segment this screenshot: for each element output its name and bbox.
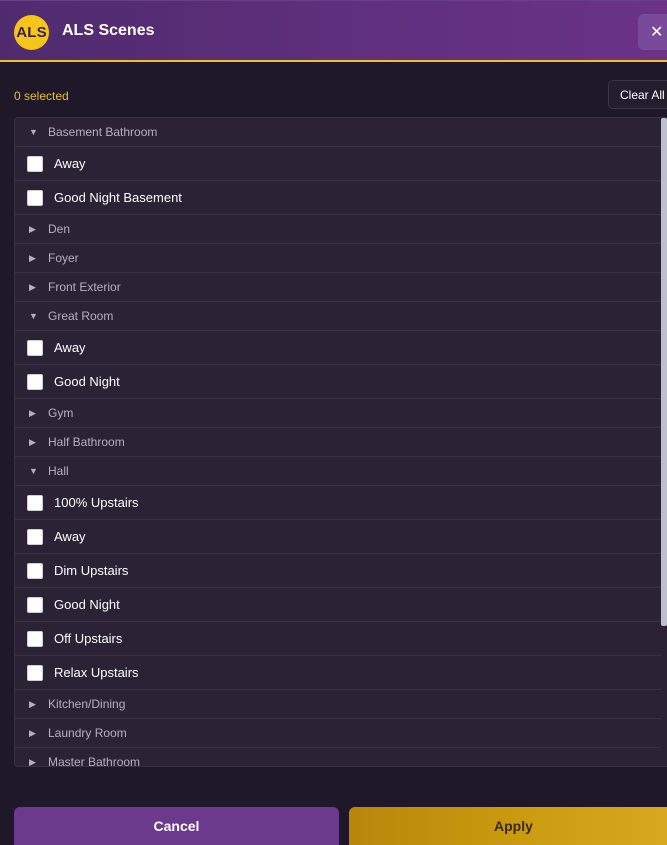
room-group-header[interactable]: ▶ Front Exterior <box>15 273 667 302</box>
cancel-button[interactable]: Cancel <box>14 807 339 845</box>
dialog-header: ALS ALS Scenes ✕ <box>0 0 667 62</box>
caret-right-icon: ▶ <box>29 727 36 738</box>
scene-list: ▼ Basement Bathroom Away Good Night Basemen… <box>14 117 667 767</box>
room-group-label: Master Bathroom <box>48 755 141 767</box>
room-group-label: Front Exterior <box>48 280 121 294</box>
room-group-label: Great Room <box>48 309 114 323</box>
als-logo: ALS <box>14 15 49 50</box>
room-group-header[interactable]: ▶ Master Bathroom <box>15 748 667 767</box>
scene-checkbox[interactable] <box>27 189 43 206</box>
scene-label: Dim Upstairs <box>54 563 129 578</box>
close-button[interactable]: ✕ <box>638 14 667 50</box>
scene-checkbox[interactable] <box>27 373 43 390</box>
scene-label: Good Night Basement <box>54 190 182 205</box>
room-group-header[interactable]: ▶ Half Bathroom <box>15 428 667 457</box>
caret-right-icon: ▶ <box>29 436 36 447</box>
scene-item[interactable]: Away <box>15 147 667 181</box>
scene-label: Off Upstairs <box>54 631 123 646</box>
apply-button[interactable]: Apply <box>349 807 667 845</box>
room-group-header[interactable]: ▶ Foyer <box>15 244 667 273</box>
selection-toolbar: 0 selected Clear All <box>0 62 667 117</box>
scene-item[interactable]: Away <box>15 331 667 365</box>
caret-right-icon: ▶ <box>29 252 36 263</box>
caret-right-icon: ▶ <box>29 698 36 709</box>
room-group-label: Basement Bathroom <box>48 125 158 139</box>
scene-label: Away <box>54 529 86 544</box>
scene-label: Relax Upstairs <box>54 665 139 680</box>
caret-right-icon: ▶ <box>29 281 36 292</box>
close-icon: ✕ <box>650 24 664 41</box>
scene-checkbox[interactable] <box>27 562 43 579</box>
scene-item[interactable]: Relax Upstairs <box>15 656 667 690</box>
room-group-header[interactable]: ▶ Gym <box>15 399 667 428</box>
scene-checkbox[interactable] <box>27 630 43 647</box>
scene-label: 100% Upstairs <box>54 495 139 510</box>
room-group-header[interactable]: ▶ Den <box>15 215 667 244</box>
scene-label: Good Night <box>54 374 120 389</box>
scene-item[interactable]: 100% Upstairs <box>15 486 667 520</box>
caret-down-icon: ▼ <box>29 466 38 476</box>
selected-count: 0 selected <box>14 89 69 103</box>
scene-item[interactable]: Good Night <box>15 588 667 622</box>
scene-checkbox[interactable] <box>27 339 43 356</box>
caret-right-icon: ▶ <box>29 407 36 418</box>
scene-item[interactable]: Good Night Basement <box>15 181 667 215</box>
dialog-title: ALS Scenes <box>62 22 155 39</box>
scene-checkbox[interactable] <box>27 528 43 545</box>
scrollbar[interactable] <box>661 118 667 766</box>
scene-item[interactable]: Away <box>15 520 667 554</box>
scene-checkbox[interactable] <box>27 596 43 613</box>
room-group-label: Den <box>48 222 71 236</box>
room-group-label: Kitchen/Dining <box>48 697 126 711</box>
room-group-label: Gym <box>48 406 74 420</box>
room-group-label: Foyer <box>48 251 79 265</box>
scene-checkbox[interactable] <box>27 494 43 511</box>
room-group-label: Laundry Room <box>48 726 127 740</box>
room-group-header[interactable]: ▶ Laundry Room <box>15 719 667 748</box>
scene-checkbox[interactable] <box>27 155 43 172</box>
room-group-label: Half Bathroom <box>48 435 125 449</box>
scene-item[interactable]: Off Upstairs <box>15 622 667 656</box>
room-group-label: Hall <box>48 464 69 478</box>
scene-checkbox[interactable] <box>27 664 43 681</box>
room-group-header[interactable]: ▼ Great Room <box>15 302 667 331</box>
room-group-header[interactable]: ▼ Basement Bathroom <box>15 118 667 147</box>
scene-label: Away <box>54 156 86 171</box>
caret-down-icon: ▼ <box>29 127 38 137</box>
room-group-header[interactable]: ▶ Kitchen/Dining <box>15 690 667 719</box>
caret-right-icon: ▶ <box>29 223 36 234</box>
scene-label: Good Night <box>54 597 120 612</box>
scene-label: Away <box>54 340 86 355</box>
scrollbar-thumb[interactable] <box>661 118 667 626</box>
caret-right-icon: ▶ <box>29 756 36 767</box>
caret-down-icon: ▼ <box>29 311 38 321</box>
scene-item[interactable]: Dim Upstairs <box>15 554 667 588</box>
als-scenes-dialog: ALS ALS Scenes ✕ 0 selected Clear All ▼ B… <box>0 0 667 845</box>
scene-item[interactable]: Good Night <box>15 365 667 399</box>
room-group-header[interactable]: ▼ Hall <box>15 457 667 486</box>
clear-all-button[interactable]: Clear All <box>608 80 667 109</box>
